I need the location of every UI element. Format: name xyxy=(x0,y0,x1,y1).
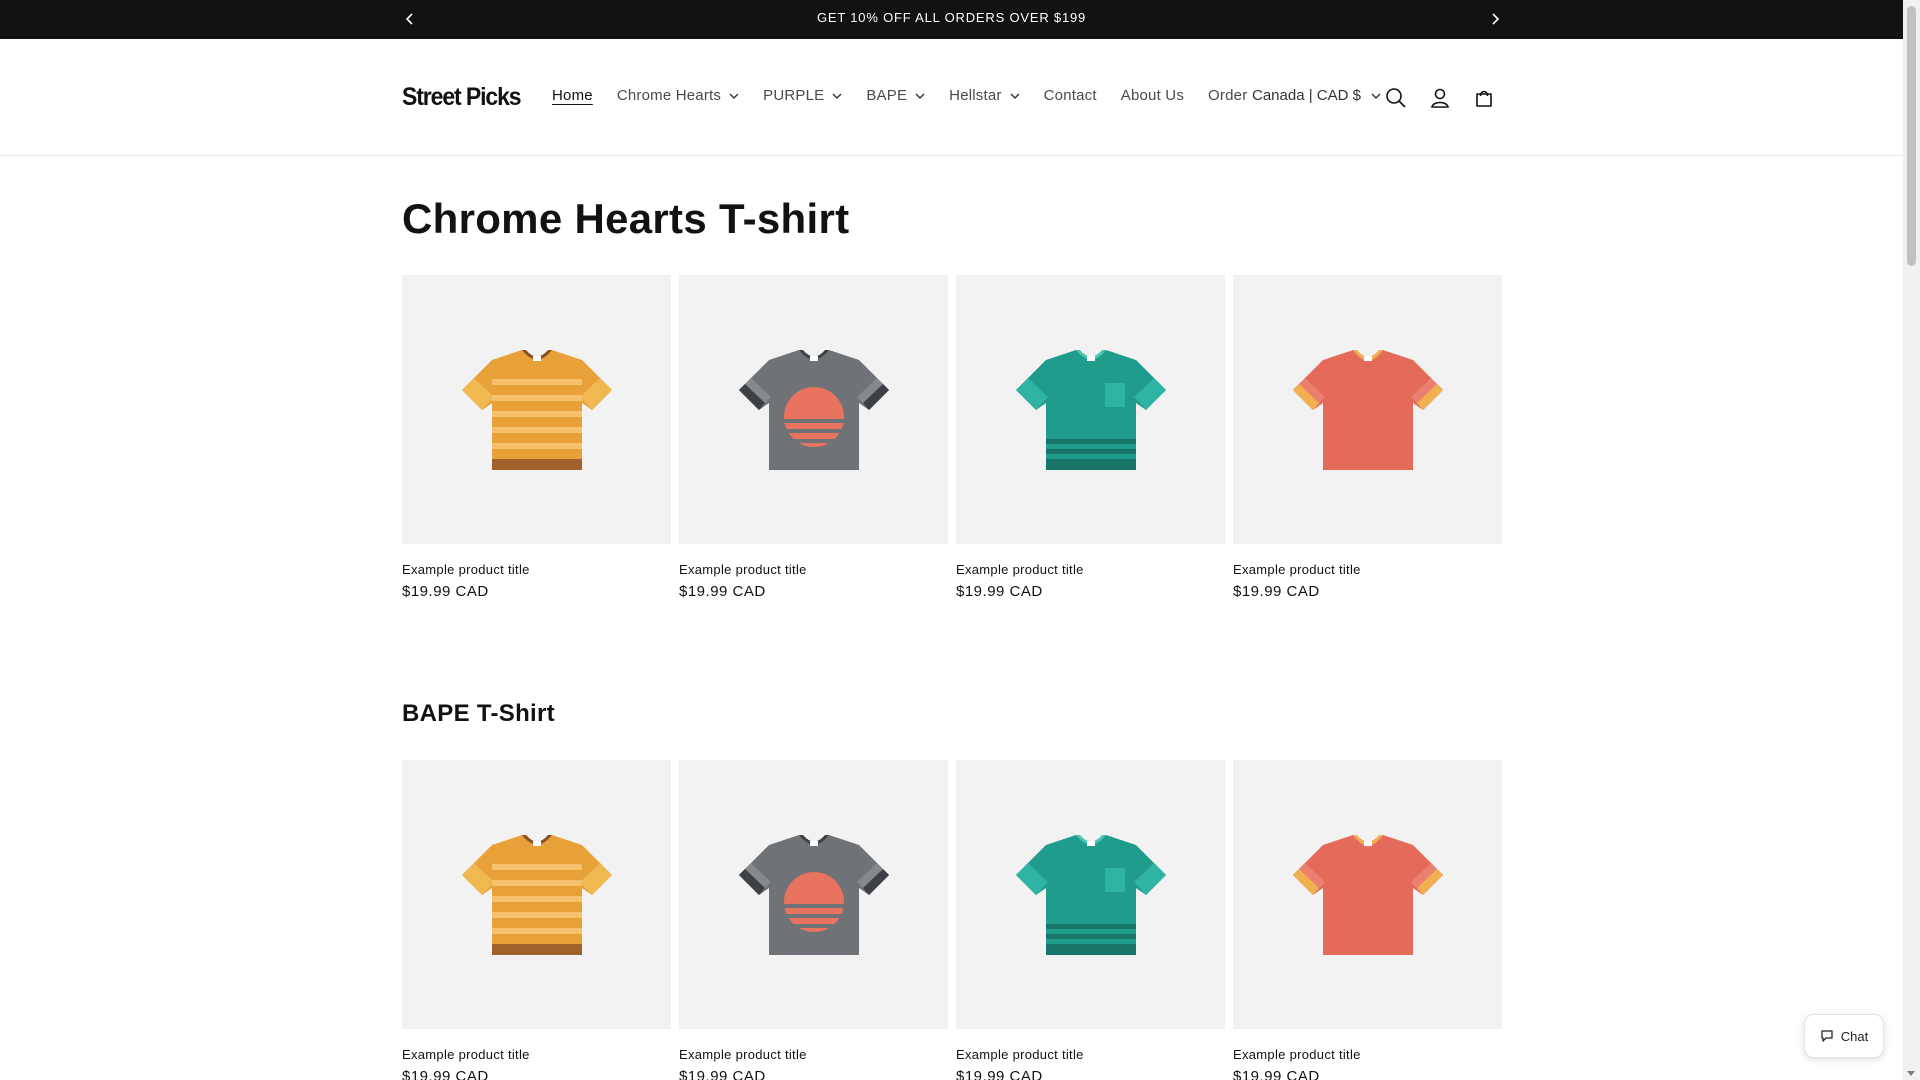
t-shirt-image xyxy=(461,349,612,470)
product-image[interactable] xyxy=(679,275,948,544)
nav-item-chrome-hearts[interactable]: Chrome Hearts xyxy=(617,87,739,104)
t-shirt-image xyxy=(1292,834,1443,955)
nav-item-label: Contact xyxy=(1043,87,1097,104)
product-title[interactable]: Example product title xyxy=(956,562,1225,577)
scrollbar-thumb[interactable] xyxy=(1907,6,1916,266)
chat-button[interactable]: Chat xyxy=(1804,1014,1884,1058)
nav-item-about-us[interactable]: About Us xyxy=(1121,87,1184,104)
product-grid: Example product title $19.99 CAD Example… xyxy=(402,275,1503,600)
product-image[interactable] xyxy=(679,760,948,1029)
product-price: $19.99 CAD xyxy=(679,1068,766,1080)
nav-item-label: BAPE xyxy=(866,87,908,104)
product-card[interactable]: Example product title $19.99 CAD xyxy=(956,760,1225,1080)
product-price: $19.99 CAD xyxy=(1233,583,1320,600)
nav-item-home[interactable]: Home xyxy=(552,87,593,104)
product-grid: Example product title $19.99 CAD Example… xyxy=(402,760,1503,1080)
chevron-down-icon xyxy=(1010,93,1020,99)
chevron-down-icon xyxy=(832,93,842,99)
product-card[interactable]: Example product title $19.99 CAD xyxy=(679,275,948,600)
scroll-down-arrow-icon[interactable] xyxy=(1907,1071,1915,1076)
account-icon[interactable] xyxy=(1426,84,1454,112)
product-price: $19.99 CAD xyxy=(679,583,766,600)
product-image[interactable] xyxy=(956,275,1225,544)
country-currency-selector[interactable]: Canada | CAD $ xyxy=(1252,87,1381,104)
nav-item-label: Chrome Hearts xyxy=(616,87,722,104)
cart-icon[interactable] xyxy=(1470,84,1498,112)
nav-item-label: Order xyxy=(1208,87,1248,104)
product-price: $19.99 CAD xyxy=(402,583,489,600)
product-card[interactable]: Example product title $19.99 CAD xyxy=(1233,760,1502,1080)
chevron-down-icon xyxy=(915,93,925,99)
product-image[interactable] xyxy=(402,275,671,544)
nav-item-contact[interactable]: Contact xyxy=(1044,87,1097,104)
product-image[interactable] xyxy=(1233,275,1502,544)
chevron-down-icon xyxy=(729,93,739,99)
search-icon[interactable] xyxy=(1382,84,1410,112)
product-title[interactable]: Example product title xyxy=(679,1047,948,1062)
product-title[interactable]: Example product title xyxy=(402,1047,671,1062)
site-header: Street Picks Home Chrome Hearts PURPLE B… xyxy=(0,39,1903,156)
announcement-text: GET 10% OFF ALL ORDERS OVER $199 xyxy=(816,10,1087,25)
nav-item-label: Hellstar xyxy=(949,87,1002,104)
product-title[interactable]: Example product title xyxy=(679,562,948,577)
page-scrollbar[interactable] xyxy=(1903,0,1920,1080)
product-title[interactable]: Example product title xyxy=(956,1047,1225,1062)
nav-item-bape[interactable]: BAPE xyxy=(866,87,925,104)
product-title[interactable]: Example product title xyxy=(1233,562,1502,577)
t-shirt-image xyxy=(1015,834,1166,955)
product-title[interactable]: Example product title xyxy=(1233,1047,1502,1062)
section-title: BAPE T-Shirt xyxy=(402,700,555,727)
main-nav: Home Chrome Hearts PURPLE BAPE Hellstar … xyxy=(552,87,1271,104)
section-title: Chrome Hearts T-shirt xyxy=(402,195,850,242)
t-shirt-image xyxy=(738,349,889,470)
nav-item-label: About Us xyxy=(1120,87,1185,104)
product-image[interactable] xyxy=(956,760,1225,1029)
nav-item-purple[interactable]: PURPLE xyxy=(763,87,842,104)
product-price: $19.99 CAD xyxy=(402,1068,489,1080)
t-shirt-image xyxy=(461,834,612,955)
product-card[interactable]: Example product title $19.99 CAD xyxy=(402,760,671,1080)
product-price: $19.99 CAD xyxy=(956,583,1043,600)
t-shirt-image xyxy=(1015,349,1166,470)
nav-item-order[interactable]: Order xyxy=(1208,87,1247,104)
t-shirt-image xyxy=(1292,349,1443,470)
nav-item-label: PURPLE xyxy=(763,87,825,104)
nav-item-hellstar[interactable]: Hellstar xyxy=(949,87,1020,104)
product-card[interactable]: Example product title $19.99 CAD xyxy=(956,275,1225,600)
product-card[interactable]: Example product title $19.99 CAD xyxy=(679,760,948,1080)
chevron-right-icon[interactable] xyxy=(1484,8,1506,30)
chat-label: Chat xyxy=(1840,1028,1869,1044)
product-image[interactable] xyxy=(402,760,671,1029)
chat-bubble-icon xyxy=(1821,1030,1833,1042)
nav-item-label: Home xyxy=(552,87,593,104)
t-shirt-image xyxy=(738,834,889,955)
locale-label: Canada | CAD $ xyxy=(1252,87,1361,104)
product-card[interactable]: Example product title $19.99 CAD xyxy=(402,275,671,600)
product-title[interactable]: Example product title xyxy=(402,562,671,577)
product-image[interactable] xyxy=(1233,760,1502,1029)
chevron-down-icon xyxy=(1371,93,1381,99)
product-price: $19.99 CAD xyxy=(1233,1068,1320,1080)
announcement-bar: GET 10% OFF ALL ORDERS OVER $199 xyxy=(0,0,1903,39)
logo[interactable]: Street Picks xyxy=(402,83,522,112)
product-card[interactable]: Example product title $19.99 CAD xyxy=(1233,275,1502,600)
product-price: $19.99 CAD xyxy=(956,1068,1043,1080)
